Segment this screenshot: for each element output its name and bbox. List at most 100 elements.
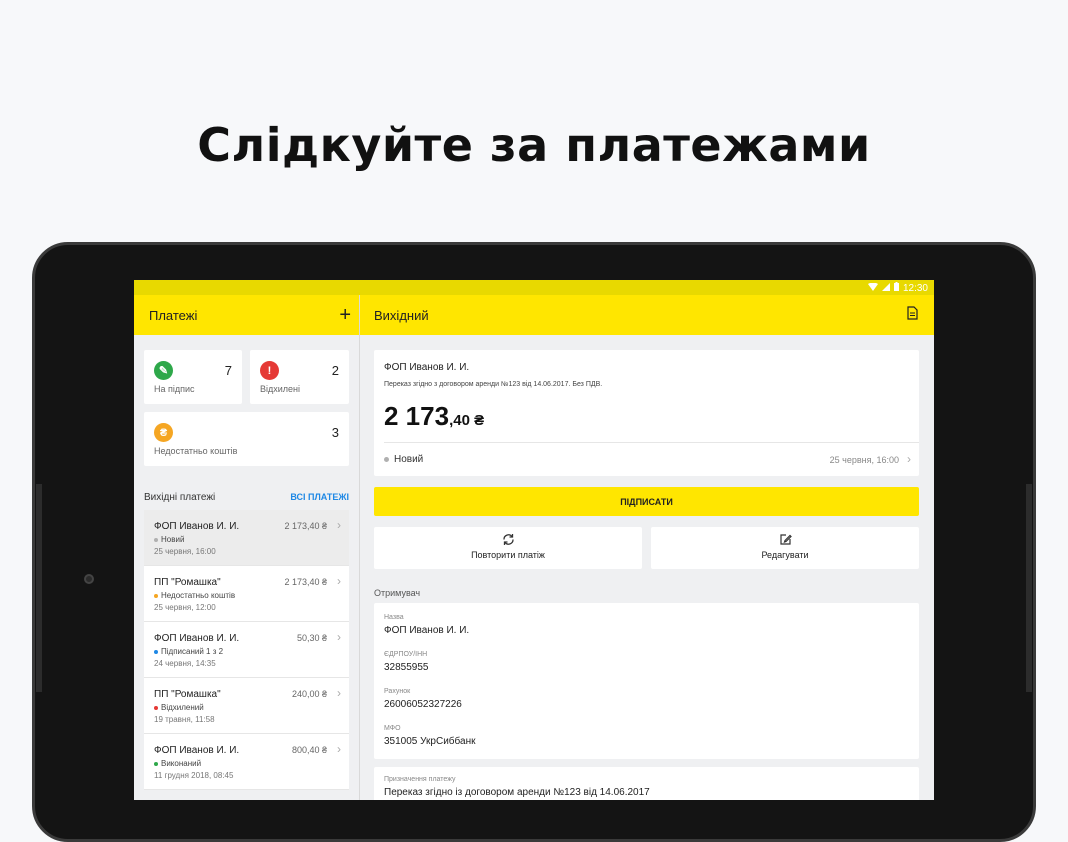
recipient-mfo-label: МФО xyxy=(384,725,401,732)
edit-button[interactable]: Редагувати xyxy=(651,527,919,569)
outgoing-payments-header: Вихідні платежі ВСІ ПЛАТЕЖІ xyxy=(144,492,349,503)
document-state: Новий xyxy=(384,454,423,465)
payment-purpose-label: Призначення платежу xyxy=(384,776,456,783)
recipient-code-value: 32855955 xyxy=(384,662,429,673)
payment-list-item[interactable]: ФОП Иванов И. И. 50,30 ₴ › Підписаний 1 … xyxy=(144,622,349,678)
status-bar: 12:30 xyxy=(134,280,934,295)
stat-card-rejected[interactable]: ! 2 Відхилені xyxy=(250,350,349,404)
payment-status-text: Відхилений xyxy=(161,703,204,712)
divider xyxy=(384,442,919,443)
stat-count: 2 xyxy=(331,363,339,378)
document-summary-card: ФОП Иванов И. И. Переказ згідно з догово… xyxy=(374,350,919,476)
chevron-right-icon: › xyxy=(337,630,341,644)
payment-status: Недостатньо коштів xyxy=(154,591,235,600)
payment-amount: 240,00 ₴ xyxy=(291,689,327,699)
payment-amount: 2 173,40 ₴ xyxy=(284,521,327,531)
payment-list-item[interactable]: ФОП Иванов И. И. 800,40 ₴ › Виконаний 11… xyxy=(144,734,349,790)
payment-status: Новий xyxy=(154,535,184,544)
status-dot-icon xyxy=(384,457,389,462)
tablet-side-button-right xyxy=(1026,484,1032,692)
tablet-side-button-left xyxy=(36,484,42,692)
payments-appbar: Платежі + xyxy=(134,295,359,335)
document-icon-button[interactable] xyxy=(907,305,918,325)
add-payment-button[interactable]: + xyxy=(339,305,351,325)
stat-card-to-sign[interactable]: ✎ 7 На підпис xyxy=(144,350,242,404)
payment-date: 11 грудня 2018, 08:45 xyxy=(154,771,234,780)
payments-pane: ✎ 7 На підпис ! 2 Відхилені ₴ 3 Недостат… xyxy=(134,335,359,800)
payment-name: ФОП Иванов И. И. xyxy=(154,745,240,756)
sign-button[interactable]: ПІДПИСАТИ xyxy=(374,487,919,516)
document-purpose: Переказ згідно з договором аренди №123 в… xyxy=(384,381,603,388)
status-dot-icon xyxy=(154,761,158,766)
status-dot-icon xyxy=(154,649,158,654)
document-payee: ФОП Иванов И. И. xyxy=(384,362,470,373)
app-screen: 12:30 Платежі + Вихідний ✎ 7 На підпис !… xyxy=(134,280,934,800)
recipient-account-value: 26006052327226 xyxy=(384,699,462,710)
payment-amount: 2 173,40 ₴ xyxy=(284,577,327,587)
payment-date: 24 червня, 14:35 xyxy=(154,659,216,668)
chevron-right-icon: › xyxy=(337,686,341,700)
document-state-text: Новий xyxy=(394,454,424,465)
document-appbar: Вихідний xyxy=(360,295,934,335)
document-title: Вихідний xyxy=(374,307,429,323)
payment-date: 19 травня, 11:58 xyxy=(154,715,215,724)
payment-list-item[interactable]: ПП "Ромашка" 240,00 ₴ › Відхилений 19 тр… xyxy=(144,678,349,734)
payment-date: 25 червня, 12:00 xyxy=(154,603,216,612)
payment-name: ФОП Иванов И. И. xyxy=(154,521,240,532)
stat-label: Недостатньо коштів xyxy=(154,446,238,456)
chevron-right-icon: › xyxy=(337,518,341,532)
hryvnia-icon: ₴ xyxy=(154,423,173,442)
payment-name: ФОП Иванов И. И. xyxy=(154,633,240,644)
payment-date: 25 червня, 16:00 xyxy=(154,547,216,556)
status-dot-icon xyxy=(154,705,158,710)
recipient-section-title: Отримувач xyxy=(374,588,421,598)
all-payments-link[interactable]: ВСІ ПЛАТЕЖІ xyxy=(290,492,349,503)
payment-purpose-card: Призначення платежу Переказ згідно із до… xyxy=(374,767,919,800)
signal-icon xyxy=(881,282,890,294)
document-state-date: 25 червня, 16:00 xyxy=(829,455,899,465)
payment-status: Відхилений xyxy=(154,703,204,712)
payment-status-text: Виконаний xyxy=(161,759,202,768)
recipient-card: Назва ФОП Иванов И. И. ЄДРПОУ/ІНН 328559… xyxy=(374,603,919,759)
payment-name: ПП "Ромашка" xyxy=(154,689,221,700)
status-dot-icon xyxy=(154,537,158,542)
camera-icon xyxy=(84,574,94,584)
promo-headline: Слідкуйте за платежами xyxy=(197,118,871,172)
document-amount: 2 173,40 ₴ xyxy=(384,401,484,432)
status-dot-icon xyxy=(154,593,158,598)
document-icon xyxy=(907,305,918,320)
chevron-right-icon: › xyxy=(337,574,341,588)
edit-icon xyxy=(651,533,919,549)
payment-status: Виконаний xyxy=(154,759,201,768)
payment-list-item[interactable]: ФОП Иванов И. И. 2 173,40 ₴ › Новий 25 ч… xyxy=(144,510,349,566)
stat-label: Відхилені xyxy=(260,384,301,394)
payment-amount: 50,30 ₴ xyxy=(296,633,327,643)
stat-count: 7 xyxy=(224,363,232,378)
recipient-name-value: ФОП Иванов И. И. xyxy=(384,625,470,636)
wifi-icon xyxy=(867,282,878,294)
recipient-code-label: ЄДРПОУ/ІНН xyxy=(384,651,428,658)
recipient-name-label: Назва xyxy=(384,614,404,621)
payment-purpose-value: Переказ згідно із договором аренди №123 … xyxy=(384,787,650,798)
chevron-right-icon: › xyxy=(337,742,341,756)
pencil-icon: ✎ xyxy=(154,361,173,380)
document-pane: ФОП Иванов И. И. Переказ згідно з догово… xyxy=(360,335,934,800)
plus-icon: + xyxy=(339,304,351,326)
payments-title: Платежі xyxy=(149,307,198,323)
payment-status: Підписаний 1 з 2 xyxy=(154,647,223,656)
edit-label: Редагувати xyxy=(761,550,809,560)
amount-main: 2 173 xyxy=(384,401,450,431)
battery-icon xyxy=(893,282,899,294)
stat-count: 3 xyxy=(331,425,339,440)
recipient-mfo-value: 351005 УкрСиббанк xyxy=(384,736,476,747)
exclamation-icon: ! xyxy=(260,361,279,380)
payment-list-item[interactable]: ПП "Ромашка" 2 173,40 ₴ › Недостатньо ко… xyxy=(144,566,349,622)
payment-status-text: Недостатньо коштів xyxy=(161,591,236,600)
outgoing-payments-title: Вихідні платежі xyxy=(144,492,216,503)
recipient-account-label: Рахунок xyxy=(384,688,411,695)
payment-status-text: Підписаний 1 з 2 xyxy=(161,647,224,656)
stat-label: На підпис xyxy=(154,384,195,394)
repeat-payment-button[interactable]: Повторити платіж xyxy=(374,527,642,569)
stat-card-insufficient-funds[interactable]: ₴ 3 Недостатньо коштів xyxy=(144,412,349,466)
chevron-right-icon[interactable]: › xyxy=(907,452,911,466)
